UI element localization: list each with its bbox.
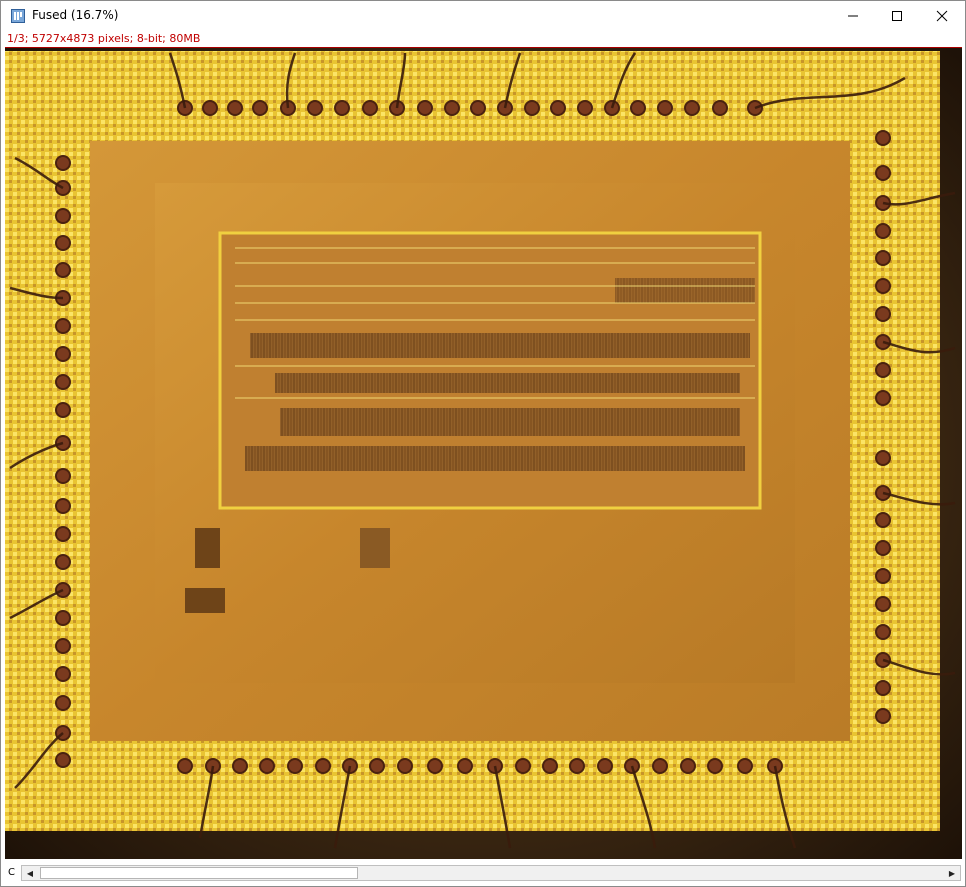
maximize-icon (892, 11, 902, 21)
imagej-icon (11, 9, 25, 23)
window-title: Fused (16.7%) (32, 8, 119, 22)
maximize-button[interactable] (874, 1, 920, 31)
imagej-window: Fused (16.7%) 1/3; 5727x4873 pixels; 8-b… (0, 0, 966, 887)
title-bar[interactable]: Fused (16.7%) (1, 1, 965, 31)
chip-die-micrograph (5, 48, 962, 859)
arrow-left-icon: ◀ (26, 868, 34, 878)
horizontal-scrollbar-area: C ◀ ▶ (1, 862, 965, 884)
image-canvas[interactable] (5, 47, 962, 859)
scroll-right-button[interactable]: ▶ (945, 867, 959, 879)
channel-label: C (8, 867, 15, 878)
minimize-button[interactable] (830, 1, 876, 31)
horizontal-scrollbar[interactable]: ◀ ▶ (21, 865, 961, 881)
close-icon (936, 10, 948, 22)
scroll-left-button[interactable]: ◀ (23, 867, 37, 879)
scrollbar-thumb[interactable] (40, 867, 358, 879)
image-info-line: 1/3; 5727x4873 pixels; 8-bit; 80MB (7, 32, 201, 45)
close-button[interactable] (919, 1, 965, 31)
minimize-icon (848, 15, 858, 17)
arrow-right-icon: ▶ (948, 868, 956, 878)
